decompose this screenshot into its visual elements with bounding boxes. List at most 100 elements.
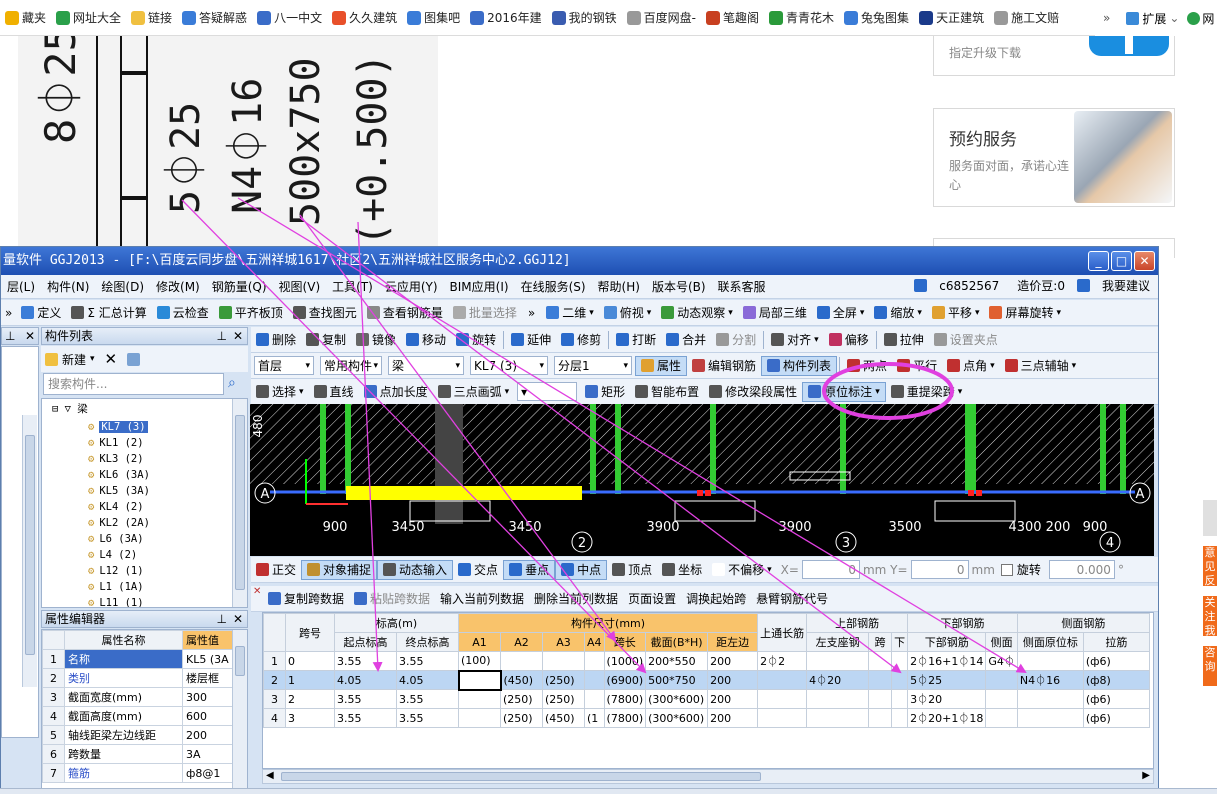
grid-cell[interactable]: 0: [285, 651, 335, 671]
bookmark-item[interactable]: 笔趣阁: [701, 7, 764, 29]
toolbar-button[interactable]: 调换起始跨: [681, 589, 751, 609]
grid-cell[interactable]: 2⏀20+1⏀18: [907, 708, 987, 728]
toolbar-button[interactable]: 中点: [555, 559, 608, 580]
x-input[interactable]: 0: [801, 560, 860, 579]
bookmark-item[interactable]: 兔兔图集: [839, 7, 914, 29]
grid-cell[interactable]: (450): [542, 708, 585, 728]
toolbar-button[interactable]: 正交: [251, 560, 301, 580]
bookmark-item[interactable]: 网址大全: [51, 7, 126, 29]
grid-row[interactable]: 3 2 3.55 3.55 (250) (250) (7800) (300*600) 200 3⏀…: [263, 689, 1150, 709]
toolbar-button[interactable]: 坐标: [657, 560, 707, 580]
bell-icon[interactable]: [1076, 279, 1090, 292]
pin-icon[interactable]: ⊥: [217, 611, 227, 627]
toolbar-button[interactable]: 平行: [892, 356, 942, 376]
menu-item[interactable]: 在线服务(S): [515, 278, 592, 295]
toolbar-button[interactable]: 复制跨数据: [263, 589, 349, 609]
tree-item[interactable]: ⚙ L6 (3A): [88, 531, 144, 547]
grid-cell[interactable]: [457, 669, 502, 691]
grid-cell[interactable]: (100): [458, 651, 501, 671]
toolbar-button[interactable]: 删除: [251, 330, 301, 350]
side-tab-consult[interactable]: 咨询: [1203, 646, 1217, 686]
toolbar-button[interactable]: 复制: [301, 330, 351, 350]
grid-cell[interactable]: [1016, 708, 1084, 728]
grid-cell[interactable]: 200: [707, 670, 759, 690]
toolbar-button[interactable]: 打断: [611, 330, 661, 350]
arc-mode-select[interactable]: ▾: [517, 382, 578, 401]
grid-cell[interactable]: 500*750: [645, 670, 709, 690]
menu-item[interactable]: 视图(V): [273, 278, 327, 295]
grid-cell[interactable]: 3.55: [334, 651, 397, 671]
toolbar-button[interactable]: 原位标注 ▾: [802, 381, 886, 402]
grid-hscrollbar[interactable]: ◀ ▶: [262, 769, 1154, 784]
grid-cell[interactable]: [584, 651, 605, 671]
toolbar-button[interactable]: 交点: [453, 560, 503, 580]
grid-cell[interactable]: (6900): [603, 670, 647, 690]
bookmark-item[interactable]: 八一中文: [252, 7, 327, 29]
tree-item[interactable]: ⚙ KL1 (2): [88, 435, 144, 451]
toolbar-button[interactable]: 延伸: [506, 330, 556, 350]
tree-item[interactable]: ⚙ L11 (1): [88, 595, 144, 607]
grid-cell[interactable]: [985, 689, 1018, 709]
scroll-thumb[interactable]: [25, 435, 35, 655]
property-value[interactable]: 3A: [182, 744, 233, 764]
tree-item[interactable]: ⚙ L4 (2): [88, 547, 137, 563]
maximize-button[interactable]: □: [1111, 251, 1132, 271]
toolbar-button[interactable]: 构件列表: [761, 355, 838, 376]
property-row[interactable]: 4 截面高度(mm) 600: [42, 706, 233, 726]
pin-icon[interactable]: ⊥: [217, 328, 227, 344]
bookmark-item[interactable]: 久久建筑: [327, 7, 402, 29]
tree-root[interactable]: ⊟ ▽ 梁: [52, 401, 88, 417]
left-dock-scrollbar[interactable]: [22, 415, 37, 687]
grip-point[interactable]: [968, 490, 974, 496]
grid-cell[interactable]: [584, 689, 605, 709]
toolbar-button[interactable]: 旋转: [451, 330, 501, 350]
grid-row[interactable]: 1 0 3.55 3.55 (100) (1000) 200*550 200 2⏀2 2⏀16+1…: [263, 651, 1150, 671]
minimize-button[interactable]: _: [1088, 251, 1109, 271]
grid-cell[interactable]: [868, 708, 893, 728]
grid-cell[interactable]: [868, 651, 893, 671]
toolbar-button[interactable]: 删除当前列数据: [529, 589, 623, 609]
scroll-thumb[interactable]: [235, 646, 245, 676]
toolbar-button[interactable]: 偏移: [824, 330, 874, 350]
toolbar-button[interactable]: 设置夹点: [929, 330, 1003, 350]
toolbar-button[interactable]: 动态观察 ▾: [656, 303, 738, 323]
new-button[interactable]: 新建: [62, 351, 86, 368]
property-value[interactable]: 200: [182, 725, 233, 745]
tree-item[interactable]: ⚙ KL3 (2): [88, 451, 144, 467]
grid-cell[interactable]: [584, 670, 605, 690]
search-icon[interactable]: ⌕: [228, 375, 236, 391]
tree-item[interactable]: ⚙ L12 (1): [88, 563, 144, 579]
toolbar-button[interactable]: 分割: [711, 330, 761, 350]
grid-cell[interactable]: [458, 708, 501, 728]
grid-cell[interactable]: [868, 670, 893, 690]
toolbar-button[interactable]: 选择 ▾: [251, 382, 309, 402]
side-tab-feedback[interactable]: 意见反: [1203, 546, 1217, 587]
grid-cell[interactable]: [891, 689, 909, 709]
property-value[interactable]: 300: [182, 687, 233, 707]
toolbar-button[interactable]: 页面设置: [623, 589, 681, 609]
grid-cell[interactable]: 1: [263, 651, 286, 671]
toolbar-button[interactable]: 粘贴跨数据: [349, 589, 435, 609]
bookmark-item[interactable]: 天正建筑: [914, 7, 989, 29]
toolbar-button[interactable]: 二维 ▾: [541, 303, 599, 323]
menu-item[interactable]: 版本号(B): [646, 278, 712, 295]
toolbar-button[interactable]: 镜像: [351, 330, 401, 350]
toolbar-button[interactable]: 全屏 ▾: [812, 303, 870, 323]
grid-row[interactable]: 2 1 4.05 4.05 (450) (250) (6900) 500*750 200 4⏀20…: [263, 669, 1150, 691]
extensions-label[interactable]: 扩展: [1139, 10, 1169, 27]
toolbar-button[interactable]: 对齐 ▾: [766, 330, 824, 350]
grid-cell[interactable]: 4.05: [334, 670, 397, 690]
menu-item[interactable]: 修改(M): [150, 278, 206, 295]
menu-item[interactable]: 工具(T): [326, 278, 379, 295]
grid-cell[interactable]: [985, 670, 1018, 690]
toolbar-button[interactable]: 批量选择: [448, 303, 522, 323]
grid-cell[interactable]: 2⏀2: [757, 651, 808, 671]
grid-cell[interactable]: 3.55: [396, 708, 459, 728]
grid-cell[interactable]: (300*600): [645, 689, 709, 709]
grid-cell[interactable]: 200: [707, 708, 759, 728]
toolbar-button[interactable]: 三点画弧 ▾: [433, 382, 515, 402]
toolbar-button[interactable]: 顶点: [607, 560, 657, 580]
bookmark-item[interactable]: 图集吧: [402, 7, 465, 29]
grid-cell[interactable]: [542, 651, 585, 671]
grid-cell[interactable]: [757, 689, 808, 709]
